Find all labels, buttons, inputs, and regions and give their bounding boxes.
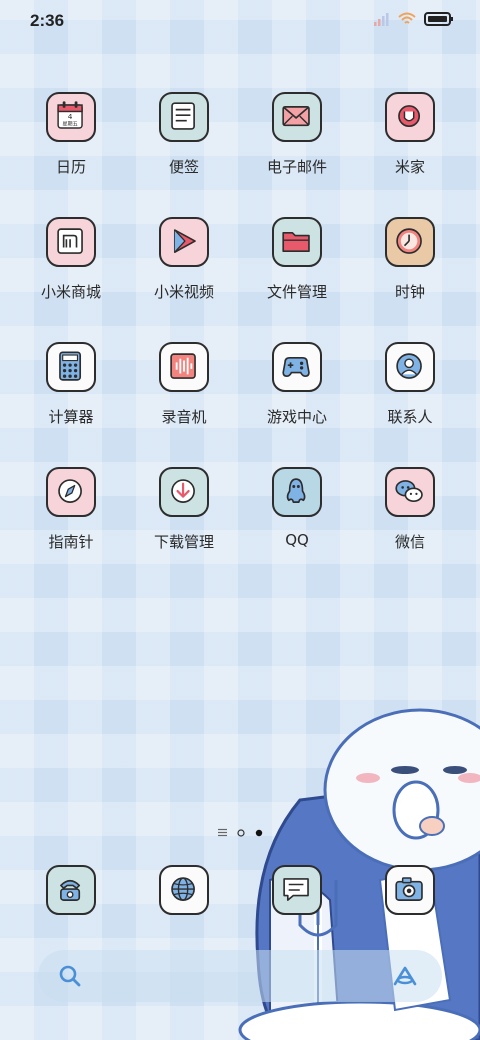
app-download-manager[interactable]: 下载管理	[129, 467, 239, 552]
dock-camera[interactable]	[355, 865, 465, 915]
app-label: QQ	[285, 531, 309, 549]
app-label: 小米视频	[153, 283, 214, 301]
mi-store-icon	[46, 217, 96, 267]
video-play-icon	[159, 217, 209, 267]
calendar-weekday: 星期五	[63, 121, 78, 127]
folder-icon	[272, 217, 322, 267]
app-label: 日历	[55, 158, 86, 176]
mail-icon	[272, 92, 322, 142]
app-label: 游戏中心	[266, 408, 327, 426]
page-indicator[interactable]	[0, 822, 480, 841]
app-email[interactable]: 电子邮件	[242, 92, 352, 177]
notes-icon	[159, 92, 209, 142]
app-wechat[interactable]: 微信	[355, 467, 465, 552]
app-label: 文件管理	[266, 283, 327, 301]
app-file-manager[interactable]: 文件管理	[242, 217, 352, 302]
app-label: 小米商城	[40, 283, 101, 301]
app-label: 计算器	[48, 408, 94, 426]
recorder-icon	[159, 342, 209, 392]
app-qq[interactable]: QQ	[242, 467, 352, 549]
contacts-icon	[385, 342, 435, 392]
wifi-icon	[398, 11, 416, 30]
dock-phone[interactable]	[16, 865, 126, 915]
app-label: 录音机	[161, 408, 207, 426]
dock-browser[interactable]	[129, 865, 239, 915]
page-dot-inactive	[236, 822, 245, 841]
battery-icon	[424, 11, 454, 30]
app-label: 指南针	[48, 533, 94, 551]
app-label: 便签	[168, 158, 199, 176]
download-icon	[159, 467, 209, 517]
status-time: 2:36	[30, 11, 65, 30]
gamepad-icon	[272, 342, 322, 392]
browser-globe-icon	[159, 865, 209, 915]
page-dot-active	[255, 822, 263, 841]
menu-lines-icon	[217, 822, 227, 841]
messages-icon	[272, 865, 322, 915]
app-label: 米家	[394, 158, 425, 176]
status-bar: 2:36	[0, 0, 480, 40]
wechat-icon	[385, 467, 435, 517]
mijia-icon	[385, 92, 435, 142]
app-label: 下载管理	[153, 533, 214, 551]
app-game-center[interactable]: 游戏中心	[242, 342, 352, 427]
assistant-icon[interactable]	[392, 964, 418, 992]
app-mijia[interactable]: 米家	[355, 92, 465, 177]
app-clock[interactable]: 时钟	[355, 217, 465, 302]
signal-icon	[374, 11, 390, 30]
search-bar[interactable]	[38, 950, 442, 1002]
app-notes[interactable]: 便签	[129, 92, 239, 177]
compass-icon	[46, 467, 96, 517]
app-contacts[interactable]: 联系人	[355, 342, 465, 427]
search-icon[interactable]	[58, 964, 82, 992]
calendar-day: 4	[68, 112, 73, 121]
camera-icon	[385, 865, 435, 915]
app-label: 微信	[394, 533, 425, 551]
calculator-icon	[46, 342, 96, 392]
qq-penguin-icon	[272, 467, 322, 517]
app-label: 时钟	[394, 283, 425, 301]
calendar-icon: 4 星期五	[46, 92, 96, 142]
app-compass[interactable]: 指南针	[16, 467, 126, 552]
dock-messages[interactable]	[242, 865, 352, 915]
app-label: 联系人	[387, 408, 433, 426]
phone-icon	[46, 865, 96, 915]
app-label: 电子邮件	[266, 158, 327, 176]
app-recorder[interactable]: 录音机	[129, 342, 239, 427]
app-mi-store[interactable]: 小米商城	[16, 217, 126, 302]
app-mi-video[interactable]: 小米视频	[129, 217, 239, 302]
app-calculator[interactable]: 计算器	[16, 342, 126, 427]
clock-icon	[385, 217, 435, 267]
app-calendar[interactable]: 4 星期五 日历	[16, 92, 126, 177]
